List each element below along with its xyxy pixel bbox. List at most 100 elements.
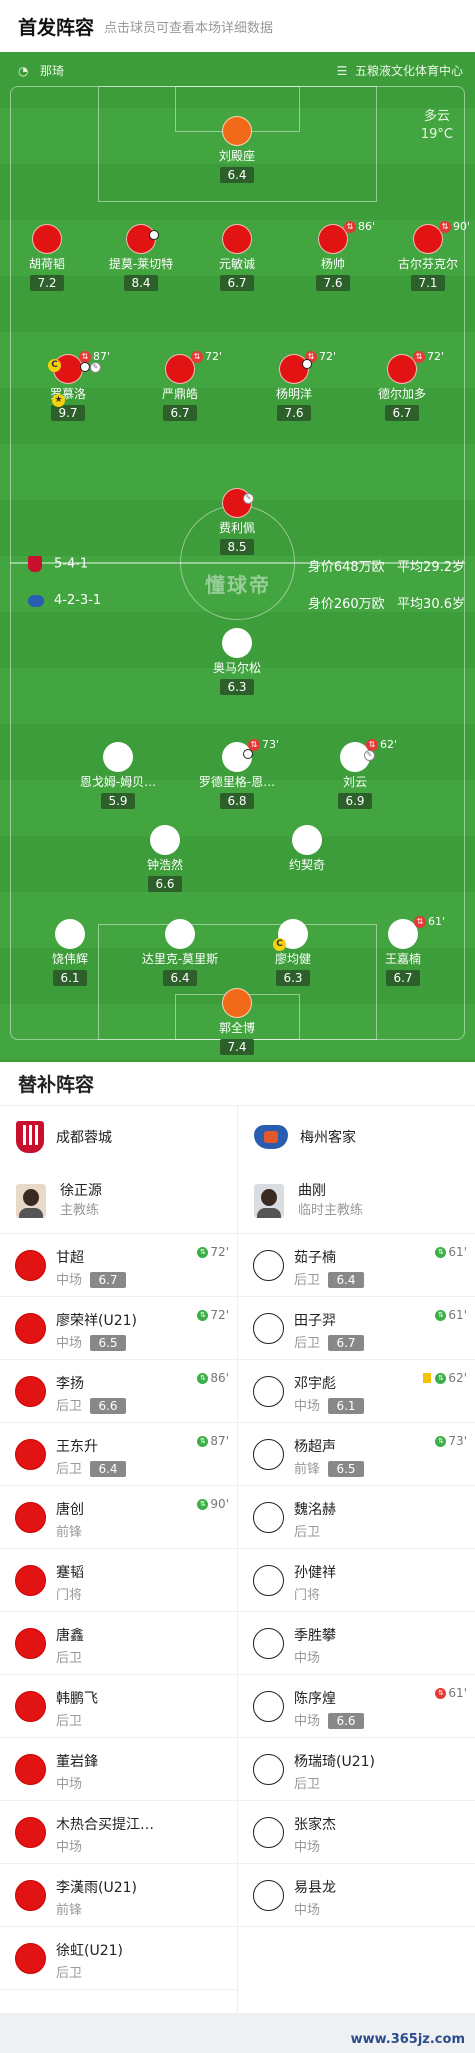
sub-on-icon: ⇅ xyxy=(197,1435,209,1447)
sub-player-row[interactable]: 廖荣祥(U21) 中场 6.5 ⇅ 72' xyxy=(0,1297,237,1360)
sub-player-row[interactable]: 唐创 前锋 ⇅ 90' xyxy=(0,1486,237,1549)
sub-player-rating: 6.7 xyxy=(90,1272,127,1288)
player-dot xyxy=(253,1691,284,1722)
home-player[interactable]: ⇅ 72' 严鼎皓 6.7 xyxy=(130,350,230,421)
sub-player-position: 中场 xyxy=(56,1777,83,1792)
home-coach-row[interactable]: 徐正源 主教练 xyxy=(0,1168,237,1234)
sub-minute: 61' xyxy=(448,1245,467,1259)
away-coach-role: 临时主教练 xyxy=(298,1202,364,1218)
player-dot: ⇅ 72' xyxy=(165,350,222,384)
away-player[interactable]: 廖均健 6.3 xyxy=(243,919,343,986)
sub-player-row[interactable]: 邓宇彪 中场 6.1 ⇅ 62' xyxy=(238,1360,475,1423)
player-name: 胡荷韬 xyxy=(28,257,65,271)
away-player[interactable]: 约契奇 xyxy=(257,825,357,873)
away-player[interactable]: ⇅ 61' 王嘉楠 6.7 xyxy=(353,915,453,986)
player-dot xyxy=(222,224,252,254)
away-player[interactable]: 钟浩然 6.6 xyxy=(115,825,215,892)
sub-player-row[interactable]: 杨瑞琦(U21) 后卫 xyxy=(238,1738,475,1801)
whistle-icon: ◔ xyxy=(18,64,29,78)
subs-title: 替补阵容 xyxy=(0,1062,475,1106)
stadium-icon: ☰ xyxy=(336,64,348,78)
away-value-age: 身价260万欧 平均30.6岁 xyxy=(308,593,465,612)
sub-player-row[interactable]: 茹子楠 后卫 6.4 ⇅ 61' xyxy=(238,1234,475,1297)
temperature: 19°C xyxy=(420,127,453,142)
player-name: 元敏诚 xyxy=(218,257,255,271)
home-player[interactable]: ⇅ 86' 杨帅 7.6 xyxy=(283,220,383,291)
sub-player-position: 后卫 xyxy=(294,1525,321,1540)
home-subs-column: 成都蓉城 徐正源 主教练 甘超 中场 6.7 ⇅ 72' 廖荣祥(U21) 中场 6.5 ⇅ 72'… xyxy=(0,1106,237,1990)
away-player[interactable]: 饶伟辉 6.1 xyxy=(20,919,120,986)
home-player[interactable]: ⇅ 87' 罗慕洛 9.7 xyxy=(18,350,118,421)
away-player[interactable]: 奥马尔松 6.3 xyxy=(187,628,287,695)
lineup-subtitle: 点击球员可查看本场详细数据 xyxy=(104,20,274,36)
sub-player-row[interactable]: 蹇韬 门将 xyxy=(0,1549,237,1612)
sub-player-row[interactable]: 孙健祥 门将 xyxy=(238,1549,475,1612)
sub-off-icon: ⇅ xyxy=(435,1687,447,1699)
sub-arrow-icon: ⇅ xyxy=(79,350,91,363)
sub-player-row[interactable]: 李扬 后卫 6.6 ⇅ 86' xyxy=(0,1360,237,1423)
sub-player-row[interactable]: 田子羿 后卫 6.7 ⇅ 61' xyxy=(238,1297,475,1360)
home-player[interactable]: 费利佩 8.5 xyxy=(187,488,287,555)
player-name: 费利佩 xyxy=(218,521,255,535)
sub-player-name: 唐鑫 xyxy=(56,1628,84,1644)
sub-player-position: 后卫 xyxy=(294,1273,321,1288)
player-dot xyxy=(15,1880,46,1911)
sub-player-row[interactable]: 董岩鋒 中场 xyxy=(0,1738,237,1801)
away-player[interactable]: 恩戈姆-姆贝… 5.9 xyxy=(68,742,168,809)
home-player[interactable]: 提莫-莱切特 8.4 xyxy=(91,224,191,291)
sub-player-name: 田子羿 xyxy=(294,1313,336,1329)
player-rating: 6.4 xyxy=(220,167,254,183)
sub-player-row[interactable]: 杨超声 前锋 6.5 ⇅ 73' xyxy=(238,1423,475,1486)
player-name: 饶伟辉 xyxy=(51,952,88,966)
lineup-title: 首发阵容 xyxy=(18,16,95,39)
sub-player-row[interactable]: 王东升 后卫 6.4 ⇅ 87' xyxy=(0,1423,237,1486)
away-badge-icon xyxy=(28,594,44,607)
sub-player-position: 前锋 xyxy=(56,1525,83,1540)
home-player[interactable]: ⇅ 72' 德尔加多 6.7 xyxy=(352,350,452,421)
away-player[interactable]: ⇅ 62' 刘云 6.9 xyxy=(305,738,405,809)
home-formation: 5-4-1 xyxy=(28,556,88,572)
sub-arrow-icon: ⇅ xyxy=(414,915,426,928)
player-dot: ⇅ 86' xyxy=(318,220,375,254)
sub-arrow-icon: ⇅ xyxy=(344,220,356,233)
sub-player-row[interactable]: 唐鑫 后卫 xyxy=(0,1612,237,1675)
sub-player-row[interactable]: 易县龙 中场 xyxy=(238,1864,475,1927)
away-player[interactable]: 达里克-莫里斯 6.4 xyxy=(130,919,230,986)
sub-player-row[interactable]: 甘超 中场 6.7 ⇅ 72' xyxy=(0,1234,237,1297)
sub-player-name: 韩鹏飞 xyxy=(56,1691,98,1707)
home-player[interactable]: ⇅ 90' 古尔芬克尔 7.1 xyxy=(378,220,475,291)
player-name: 德尔加多 xyxy=(377,387,426,401)
player-rating: 7.2 xyxy=(30,275,64,291)
away-coach-row[interactable]: 曲刚 临时主教练 xyxy=(238,1168,475,1234)
home-team-row[interactable]: 成都蓉城 xyxy=(0,1106,237,1168)
sub-player-row[interactable]: 陈序煌 中场 6.6 ⇅ 61' xyxy=(238,1675,475,1738)
sub-off-indicator: ⇅ 90' xyxy=(439,220,470,233)
home-player[interactable]: 胡荷韬 7.2 xyxy=(0,224,97,291)
goal-ball-icon xyxy=(243,749,253,759)
sub-player-row[interactable]: 张家杰 中场 xyxy=(238,1801,475,1864)
sub-off-indicator: ⇅ 61' xyxy=(414,915,445,928)
sub-in-indicator: ⇅ 61' xyxy=(435,1686,467,1700)
sub-player-row[interactable]: 徐虹(U21) 后卫 xyxy=(0,1927,237,1990)
sub-player-name: 甘超 xyxy=(56,1250,84,1266)
away-team-row[interactable]: 梅州客家 xyxy=(238,1106,475,1168)
sub-player-name: 杨瑞琦(U21) xyxy=(294,1754,375,1770)
sub-player-row[interactable]: 韩鹏飞 后卫 xyxy=(0,1675,237,1738)
away-formation-text: 4-2-3-1 xyxy=(54,593,102,608)
home-player[interactable]: ⇅ 72' 杨明洋 7.6 xyxy=(244,350,344,421)
player-rating: 7.6 xyxy=(316,275,350,291)
away-player[interactable]: ⇅ 73' 罗德里格-恩… 6.8 xyxy=(187,738,287,809)
home-player[interactable]: 元敏诚 6.7 xyxy=(187,224,287,291)
sub-player-name: 魏洺赫 xyxy=(294,1502,336,1518)
sub-player-row[interactable]: 木热合买提江… 中场 xyxy=(0,1801,237,1864)
player-dot xyxy=(253,1439,284,1470)
sub-player-row[interactable]: 季胜攀 中场 xyxy=(238,1612,475,1675)
home-player[interactable]: 刘殿座 6.4 xyxy=(187,116,287,183)
sub-player-rating: 6.1 xyxy=(328,1398,365,1414)
sub-player-row[interactable]: 李漢雨(U21) 前锋 xyxy=(0,1864,237,1927)
away-player[interactable]: 郭全博 7.4 xyxy=(187,988,287,1055)
sub-player-row[interactable]: 魏洺赫 后卫 xyxy=(238,1486,475,1549)
player-rating: 6.7 xyxy=(385,405,419,421)
home-age: 平均29.2岁 xyxy=(397,560,465,575)
player-dot xyxy=(15,1628,46,1659)
